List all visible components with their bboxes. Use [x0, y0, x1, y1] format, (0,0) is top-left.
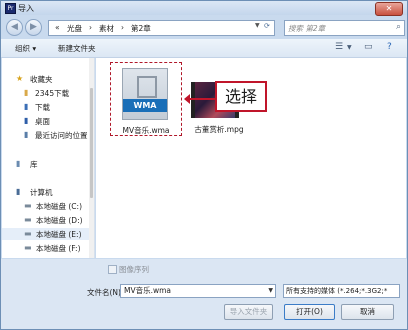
file-type-value: 所有支持的媒体 (*.264;*.3G2;* [286, 287, 388, 295]
file-type-badge: WMA [123, 99, 167, 112]
breadcrumb-root[interactable]: « [55, 23, 60, 32]
sidebar-item-label: 收藏夹 [30, 75, 53, 84]
desktop-icon: ▮ [24, 116, 29, 125]
checkbox-icon[interactable] [108, 265, 117, 274]
drive-icon: ▬ [24, 229, 32, 238]
new-folder-button[interactable]: 新建文件夹 [58, 43, 96, 54]
title-bar: Pr 导入 ✕ [1, 1, 407, 16]
address-bar[interactable]: « 光盘 › 素材 › 第2章 ▼ ⟳ [48, 20, 275, 36]
import-folder-button[interactable]: 导入文件夹 [224, 304, 273, 320]
refresh-icon[interactable]: ⟳ [264, 22, 270, 30]
filename-label: 文件名(N): [87, 288, 124, 297]
file-name[interactable]: 古董赏析.mpg [184, 124, 254, 135]
sidebar-item-label: 本地磁盘 (F:) [36, 244, 81, 253]
drive-icon: ▬ [24, 201, 32, 210]
drive-icon: ▬ [24, 243, 32, 252]
app-icon: Pr [5, 3, 16, 14]
sidebar-item-label: 最近访问的位置 [35, 131, 88, 140]
command-bar: 组织 ▾ 新建文件夹 ☰ ▼ ▭ ? [1, 39, 407, 58]
sidebar-item-label: 本地磁盘 (D:) [36, 216, 83, 225]
drive-icon: ▬ [24, 215, 32, 224]
callout-label: 选择 [215, 81, 267, 112]
breadcrumb-item[interactable]: 第2章 [131, 23, 151, 34]
breadcrumb-item[interactable]: 光盘 [67, 23, 82, 34]
sidebar-item-label: 下载 [35, 103, 50, 112]
file-name: MV音乐.wma [122, 126, 170, 135]
sidebar-item-downloads[interactable]: ▮ 下载 [2, 101, 94, 113]
filename-input[interactable]: MV音乐.wma ▼ [120, 284, 276, 298]
sidebar-item-label: 本地磁盘 (E:) [36, 230, 82, 239]
folder-icon: ▮ [24, 88, 29, 97]
file-list: WMA MV音乐.wma 古董赏析.mpg 选择 [96, 58, 406, 258]
view-options-icon[interactable]: ☰ [335, 42, 343, 52]
sidebar-item-drive-e[interactable]: ▬ 本地磁盘 (E:) [2, 228, 94, 240]
search-placeholder: 搜索 第2章 [288, 24, 326, 33]
sidebar-item-recent[interactable]: ▮ 最近访问的位置 [2, 129, 94, 141]
sidebar-item-favorites[interactable]: ★ 收藏夹 [2, 73, 94, 85]
cancel-button[interactable]: 取消 [341, 304, 394, 320]
breadcrumb-separator: › [121, 23, 124, 32]
search-icon[interactable]: ⌕ [396, 22, 401, 32]
sidebar-item-drive-d[interactable]: ▬ 本地磁盘 (D:) [2, 214, 94, 226]
organize-menu[interactable]: 组织 ▾ [15, 43, 36, 54]
navigation-bar: ◀ ▶ « 光盘 › 素材 › 第2章 ▼ ⟳ 搜索 第2章 ⌕ [1, 16, 407, 38]
open-button[interactable]: 打开(O) [284, 304, 335, 320]
preview-pane-icon[interactable]: ▭ [364, 42, 373, 52]
image-sequence-label: 图像序列 [119, 265, 149, 274]
star-icon: ★ [16, 74, 24, 83]
film-icon [137, 76, 157, 98]
close-button[interactable]: ✕ [375, 2, 403, 16]
sidebar-item-label: 计算机 [30, 188, 53, 197]
callout-arrow-icon [184, 94, 190, 104]
chevron-down-icon[interactable]: ▼ [255, 22, 260, 29]
sidebar-item-label: 桌面 [35, 117, 50, 126]
sidebar-item-label: 本地磁盘 (C:) [36, 202, 82, 211]
file-type-select[interactable]: 所有支持的媒体 (*.264;*.3G2;* [283, 284, 400, 298]
library-icon: ▮ [16, 159, 21, 168]
search-box[interactable]: 搜索 第2章 ⌕ [284, 20, 405, 36]
sidebar-item-library[interactable]: ▮ 库 [2, 158, 94, 170]
file-item-wma[interactable]: WMA MV音乐.wma [110, 62, 182, 136]
sidebar-item-label: 2345下载 [35, 89, 70, 98]
breadcrumb-item[interactable]: 素材 [99, 23, 114, 34]
recent-icon: ▮ [24, 130, 29, 139]
import-dialog: Pr 导入 ✕ ◀ ▶ « 光盘 › 素材 › 第2章 ▼ ⟳ 搜索 第2章 ⌕… [0, 0, 408, 330]
sidebar-item-label: 库 [30, 160, 38, 169]
navigation-pane: ★ 收藏夹 ▮ 2345下载 ▮ 下载 ▮ 桌面 ▮ 最近访问的位置 ▮ 库 ▮… [2, 58, 95, 258]
sidebar-item-drive-c[interactable]: ▬ 本地磁盘 (C:) [2, 200, 94, 212]
callout-line [190, 98, 215, 100]
download-icon: ▮ [24, 102, 29, 111]
sidebar-item-2345-download[interactable]: ▮ 2345下载 [2, 87, 94, 99]
sidebar-item-drive-f[interactable]: ▬ 本地磁盘 (F:) [2, 242, 94, 254]
help-icon[interactable]: ? [387, 42, 392, 52]
chevron-down-icon[interactable]: ▼ [347, 44, 352, 51]
forward-button[interactable]: ▶ [25, 19, 42, 36]
sidebar-item-desktop[interactable]: ▮ 桌面 [2, 115, 94, 127]
computer-icon: ▮ [16, 187, 21, 196]
sidebar-item-computer[interactable]: ▮ 计算机 [2, 186, 94, 198]
back-button[interactable]: ◀ [6, 19, 23, 36]
window-title: 导入 [18, 4, 34, 13]
sidebar-scroll-thumb[interactable] [90, 88, 93, 198]
breadcrumb-separator: › [89, 23, 92, 32]
filename-value: MV音乐.wma [124, 286, 172, 295]
chevron-down-icon[interactable]: ▼ [268, 285, 273, 297]
audio-file-icon: WMA [122, 68, 168, 120]
dialog-footer: 图像序列 文件名(N): MV音乐.wma ▼ 所有支持的媒体 (*.264;*… [1, 259, 407, 329]
